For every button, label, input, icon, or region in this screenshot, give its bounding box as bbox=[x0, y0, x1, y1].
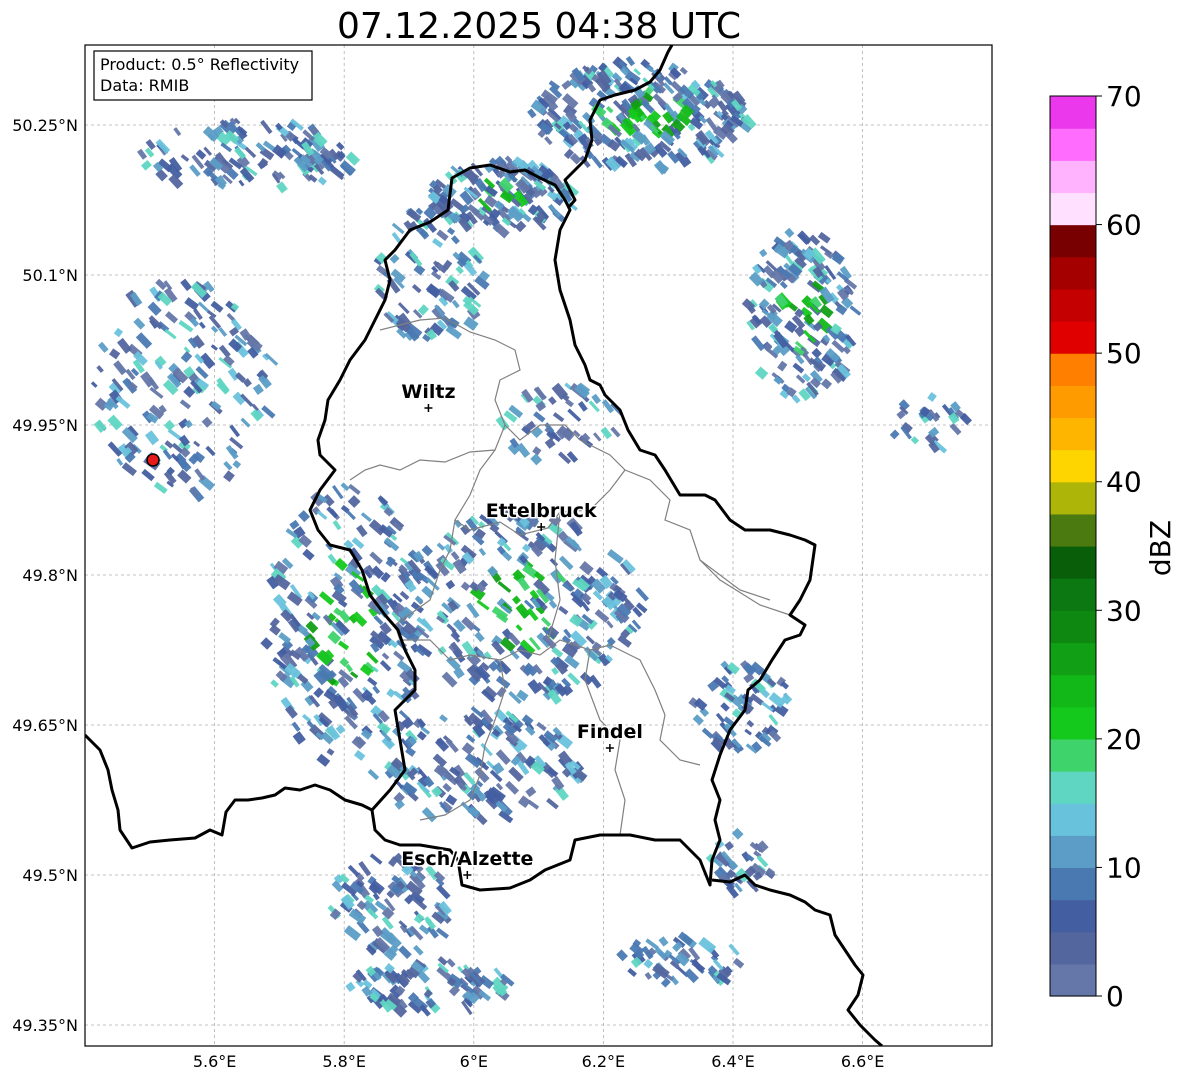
colorbar bbox=[1049, 95, 1097, 997]
colorbar-swatch bbox=[1050, 546, 1096, 579]
colorbar-swatch bbox=[1050, 417, 1096, 451]
radar-site-marker bbox=[146, 453, 160, 467]
colorbar-swatch bbox=[1050, 578, 1096, 611]
colorbar-swatch bbox=[1050, 706, 1096, 740]
latitude-ticks: 50.25°N 50.1°N 49.95°N 49.8°N 49.65°N 49.5°N 4… bbox=[12, 116, 78, 1035]
colorbar-swatch bbox=[1050, 931, 1096, 965]
colorbar-swatch bbox=[1050, 321, 1096, 354]
colorbar-swatch bbox=[1050, 256, 1096, 290]
colorbar-swatch bbox=[1050, 803, 1096, 836]
colorbar-swatch bbox=[1050, 963, 1096, 997]
lon-tick-label: 5.6°E bbox=[193, 1052, 237, 1071]
colorbar-swatch bbox=[1050, 738, 1096, 772]
lat-tick-label: 49.35°N bbox=[12, 1016, 78, 1035]
colorbar-swatch bbox=[1050, 353, 1096, 386]
info-data-source: Data: RMIB bbox=[100, 76, 189, 95]
longitude-ticks: 5.6°E 5.8°E 6°E 6.2°E 6.4°E 6.6°E bbox=[193, 1052, 885, 1071]
lon-tick-label: 6°E bbox=[460, 1052, 488, 1071]
colorbar-swatch bbox=[1050, 867, 1096, 901]
lat-tick-label: 49.95°N bbox=[12, 416, 78, 435]
colorbar-ticks: 0 10 20 30 40 50 60 70 bbox=[1096, 80, 1142, 1013]
colorbar-swatch bbox=[1050, 771, 1096, 804]
colorbar-tick-label: 60 bbox=[1106, 209, 1142, 242]
lat-tick-label: 50.25°N bbox=[12, 116, 78, 135]
lat-tick-label: 49.8°N bbox=[22, 566, 78, 585]
colorbar-swatch bbox=[1050, 449, 1096, 483]
lon-tick-label: 6.2°E bbox=[582, 1052, 626, 1071]
colorbar-swatch bbox=[1050, 288, 1096, 322]
lat-tick-label: 49.5°N bbox=[22, 866, 78, 885]
colorbar-swatch bbox=[1050, 481, 1096, 515]
radar-site-icon bbox=[146, 453, 160, 467]
colorbar-swatch bbox=[1050, 385, 1096, 419]
city-label: Ettelbruck bbox=[486, 500, 597, 522]
colorbar-swatch bbox=[1050, 642, 1096, 676]
city-label: Esch/Alzette bbox=[401, 848, 533, 870]
colorbar-label: dBZ bbox=[1144, 520, 1177, 576]
colorbar-tick-label: 0 bbox=[1106, 980, 1124, 1013]
colorbar-tick-label: 30 bbox=[1106, 594, 1142, 627]
colorbar-swatch bbox=[1050, 128, 1096, 161]
colorbar-swatch bbox=[1050, 513, 1096, 547]
lon-tick-label: 5.8°E bbox=[322, 1052, 366, 1071]
lon-tick-label: 6.6°E bbox=[841, 1052, 885, 1071]
colorbar-tick-label: 50 bbox=[1106, 337, 1142, 370]
lon-tick-label: 6.4°E bbox=[711, 1052, 755, 1071]
radar-map-figure: 07.12.2025 04:38 UTC Wiltz Ettelbruck Find… bbox=[12, 6, 1177, 1071]
lat-tick-label: 50.1°N bbox=[22, 266, 78, 285]
colorbar-swatch bbox=[1050, 674, 1096, 708]
colorbar-swatch bbox=[1050, 224, 1096, 258]
colorbar-swatch bbox=[1050, 96, 1096, 129]
lat-tick-label: 49.65°N bbox=[12, 716, 78, 735]
colorbar-tick-label: 70 bbox=[1106, 80, 1142, 113]
info-product: Product: 0.5° Reflectivity bbox=[100, 55, 299, 74]
colorbar-tick-label: 10 bbox=[1106, 851, 1142, 884]
city-label: Findel bbox=[577, 721, 643, 743]
colorbar-swatch bbox=[1050, 610, 1096, 644]
colorbar-tick-label: 20 bbox=[1106, 723, 1142, 756]
info-box: Product: 0.5° Reflectivity Data: RMIB bbox=[93, 50, 313, 101]
map-title: 07.12.2025 04:38 UTC bbox=[337, 6, 741, 47]
colorbar-tick-label: 40 bbox=[1106, 466, 1142, 499]
colorbar-swatch bbox=[1050, 160, 1096, 194]
city-label: Wiltz bbox=[401, 381, 455, 403]
colorbar-swatch bbox=[1050, 835, 1096, 869]
colorbar-swatch bbox=[1050, 899, 1096, 933]
colorbar-swatch bbox=[1050, 192, 1096, 226]
